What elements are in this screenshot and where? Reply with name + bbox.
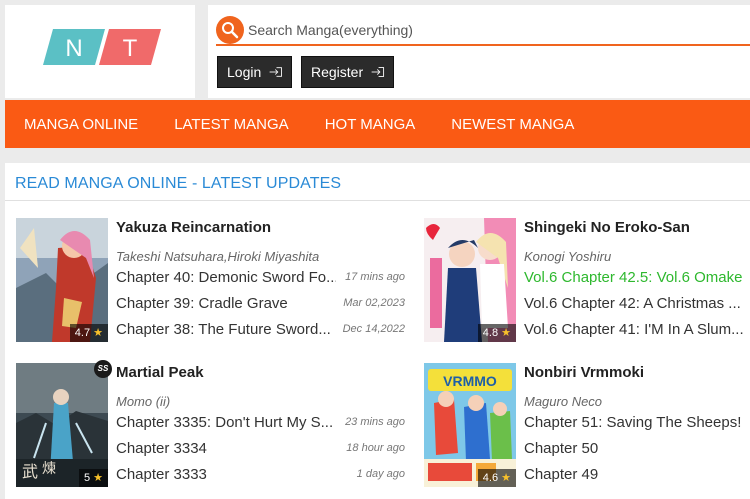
manga-cover[interactable]: 武 煉 5 ★ bbox=[16, 363, 108, 487]
ss-badge: SS bbox=[94, 360, 112, 378]
chapter-link[interactable]: Chapter 40: Demonic Sword Fo... bbox=[116, 269, 336, 286]
site-logo: N T bbox=[43, 29, 161, 65]
rating-badge: 4.6 ★ bbox=[477, 469, 516, 487]
star-icon: ★ bbox=[501, 472, 511, 484]
manga-title[interactable]: Nonbiri Vrmmoki bbox=[524, 364, 644, 381]
chapter-link[interactable]: Chapter 3335: Don't Hurt My S... bbox=[116, 414, 336, 431]
manga-cover[interactable]: 4.7 ★ bbox=[16, 218, 108, 342]
section-title: READ MANGA ONLINE - LATEST UPDATES bbox=[15, 175, 342, 192]
chapter-link[interactable]: Chapter 38: The Future Sword... bbox=[116, 321, 336, 338]
register-label: Register bbox=[311, 64, 364, 80]
chapter-link[interactable]: Chapter 51: Saving The Sheeps! bbox=[524, 414, 750, 431]
chapter-time: Dec 14,2022 bbox=[342, 323, 405, 335]
chapter-link[interactable]: Chapter 3334 bbox=[116, 440, 336, 457]
star-icon: ★ bbox=[501, 327, 511, 339]
search-icon[interactable] bbox=[216, 16, 244, 44]
header-right: Login Register bbox=[208, 5, 750, 98]
chapter-time: Mar 02,2023 bbox=[343, 297, 405, 309]
search-bar bbox=[216, 16, 750, 46]
chapter-time: 17 mins ago bbox=[345, 271, 405, 283]
rating-badge: 5 ★ bbox=[78, 469, 108, 487]
login-button[interactable]: Login bbox=[217, 56, 292, 88]
chapter-link-new[interactable]: Vol.6 Chapter 42.5: Vol.6 Omake bbox=[524, 269, 750, 286]
latest-updates-panel: READ MANGA ONLINE - LATEST UPDATES 4.7 ★… bbox=[5, 163, 750, 499]
sign-in-icon bbox=[371, 67, 385, 77]
logo-container[interactable]: N T bbox=[5, 5, 195, 98]
nav-item-hot-manga[interactable]: HOT MANGA bbox=[325, 116, 416, 133]
nav-item-manga-online[interactable]: MANGA ONLINE bbox=[24, 116, 138, 133]
manga-cover[interactable]: VRMMO 4.6 ★ bbox=[424, 363, 516, 487]
manga-author[interactable]: Maguro Neco bbox=[524, 394, 602, 409]
rating-value: 5 bbox=[83, 472, 91, 484]
chapter-time: 23 mins ago bbox=[345, 416, 405, 428]
rating-value: 4.7 bbox=[74, 327, 91, 339]
page: N T Login Register bbox=[0, 0, 750, 499]
star-icon: ★ bbox=[93, 327, 103, 339]
chapter-link[interactable]: Chapter 3333 bbox=[116, 466, 336, 483]
manga-author[interactable]: Konogi Yoshiru bbox=[524, 249, 611, 264]
divider bbox=[5, 200, 750, 201]
chapter-link[interactable]: Chapter 49 bbox=[524, 466, 750, 483]
logo-letter-n: N bbox=[65, 35, 82, 62]
logo-letter-t: T bbox=[123, 35, 138, 62]
manga-title[interactable]: Martial Peak bbox=[116, 364, 204, 381]
manga-author[interactable]: Momo (ii) bbox=[116, 394, 170, 409]
search-input[interactable] bbox=[248, 18, 738, 42]
manga-cover[interactable]: 4.8 ★ bbox=[424, 218, 516, 342]
svg-text:武: 武 bbox=[22, 462, 38, 481]
chapter-link[interactable]: Vol.6 Chapter 41: I'M In A Slum... bbox=[524, 321, 750, 338]
chapter-link[interactable]: Vol.6 Chapter 42: A Christmas ... bbox=[524, 295, 750, 312]
chapter-time: 1 day ago bbox=[356, 468, 405, 480]
rating-value: 4.6 bbox=[482, 472, 499, 484]
sign-in-icon bbox=[269, 67, 283, 77]
svg-text:VRMMO: VRMMO bbox=[443, 373, 497, 389]
manga-author[interactable]: Takeshi Natsuhara,Hiroki Miyashita bbox=[116, 249, 319, 264]
rating-value: 4.8 bbox=[482, 327, 499, 339]
chapter-link[interactable]: Chapter 39: Cradle Grave bbox=[116, 295, 336, 312]
star-icon: ★ bbox=[93, 472, 103, 484]
rating-badge: 4.8 ★ bbox=[477, 324, 516, 342]
manga-title[interactable]: Shingeki No Eroko-San bbox=[524, 219, 690, 236]
login-label: Login bbox=[227, 64, 262, 80]
nav-item-newest-manga[interactable]: NEWEST MANGA bbox=[451, 116, 574, 133]
chapter-time: 18 hour ago bbox=[346, 442, 405, 454]
manga-title[interactable]: Yakuza Reincarnation bbox=[116, 219, 271, 236]
svg-text:煉: 煉 bbox=[42, 461, 56, 477]
rating-badge: 4.7 ★ bbox=[69, 324, 108, 342]
main-nav: MANGA ONLINE LATEST MANGA HOT MANGA NEWE… bbox=[5, 100, 750, 148]
register-button[interactable]: Register bbox=[301, 56, 394, 88]
chapter-link[interactable]: Chapter 50 bbox=[524, 440, 750, 457]
nav-item-latest-manga[interactable]: LATEST MANGA bbox=[174, 116, 288, 133]
